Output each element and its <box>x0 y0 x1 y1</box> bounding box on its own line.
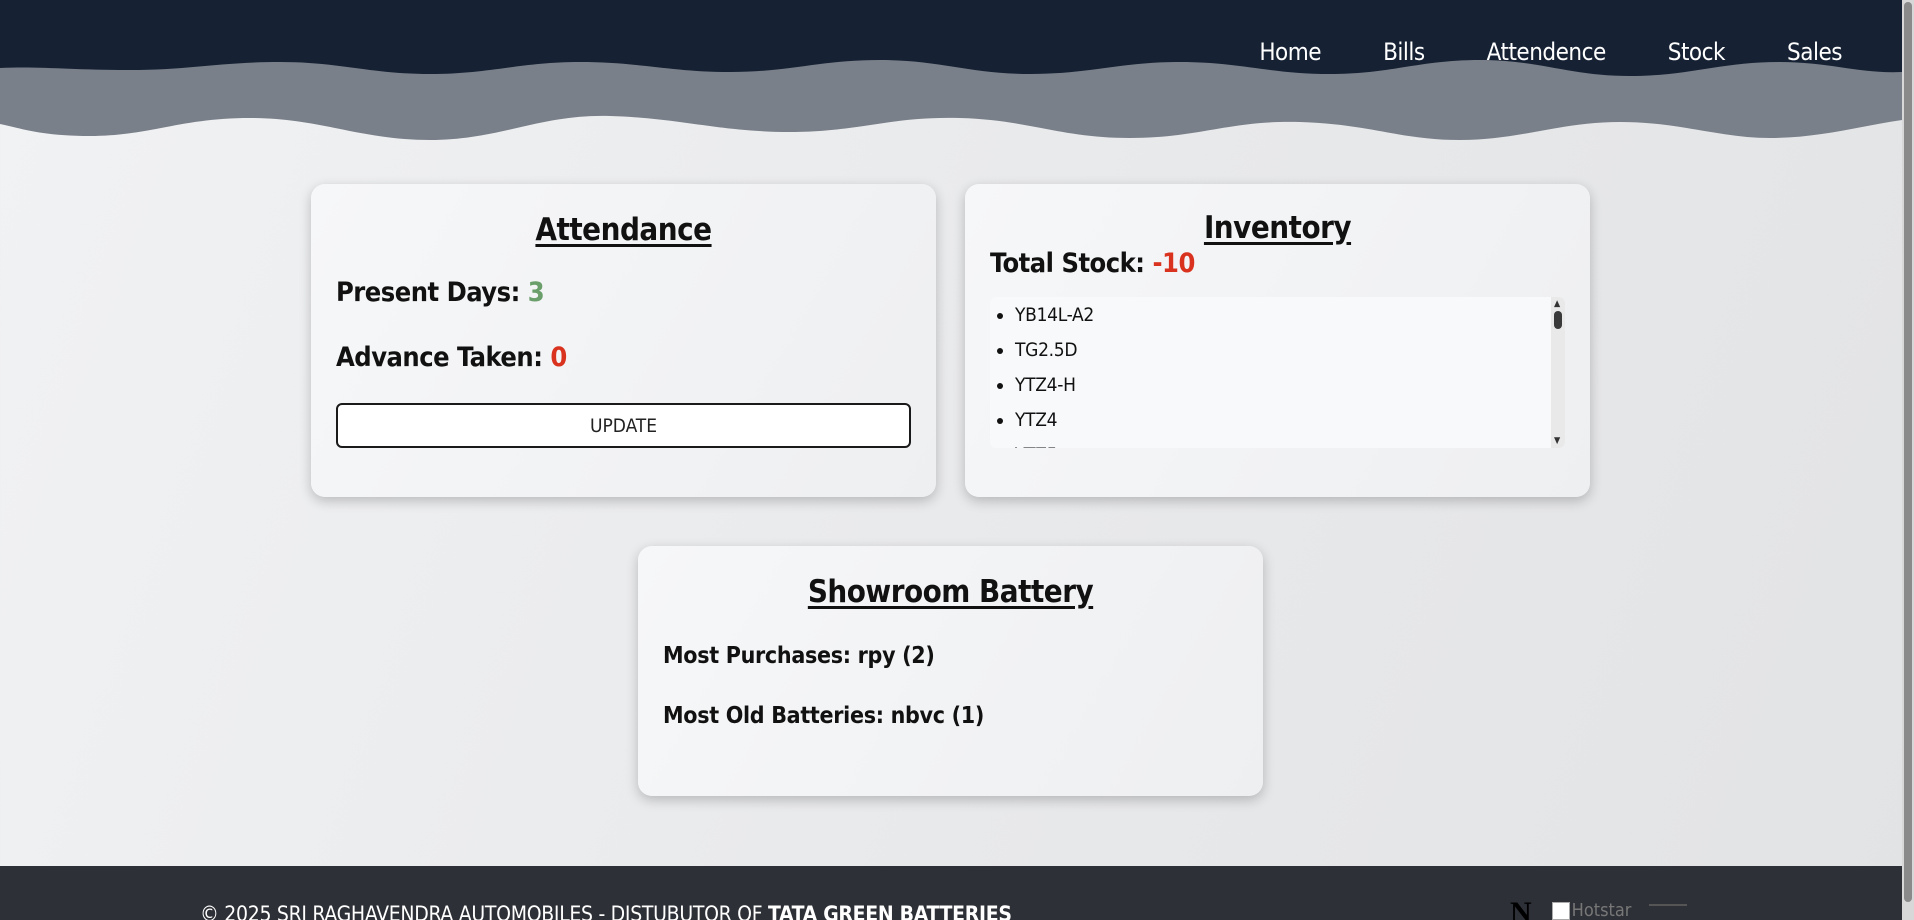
present-days-label: Present Days: <box>336 277 520 308</box>
main-nav: Home Bills Attendence Stock Sales <box>1197 38 1842 66</box>
distributor-brand: TATA GREEN BATTERIES <box>768 902 1012 920</box>
advance-taken-label: Advance Taken: <box>336 342 543 373</box>
most-old-batteries-text: Most Old Batteries: nbvc (1) <box>663 703 985 729</box>
hotstar-logo-icon[interactable]: Hotstar <box>1551 900 1632 920</box>
page-scrollbar-thumb[interactable] <box>1904 2 1912 902</box>
scroll-down-arrow-icon[interactable]: ▼ <box>1554 436 1560 446</box>
site-footer: © 2025 SRI RAGHAVENDRA AUTOMOBILES - DIS… <box>0 866 1902 920</box>
page-scrollbar[interactable] <box>1902 0 1914 920</box>
netflix-logo-icon[interactable]: N <box>1510 896 1532 920</box>
stock-list-item: YTZ4 <box>1015 405 1565 440</box>
partner-logo-icon[interactable] <box>1649 904 1688 906</box>
footer-copyright: © 2025 SRI RAGHAVENDRA AUTOMOBILES - DIS… <box>200 902 1012 920</box>
stock-list-item: TG2.5D <box>1015 335 1565 370</box>
present-days-value: 3 <box>527 277 545 308</box>
hotstar-alt-text: Hotstar <box>1571 900 1632 920</box>
stock-list[interactable]: YB14L-A2 TG2.5D YTZ4-H YTZ4 YTZ5 ▲ ▼ <box>990 297 1565 448</box>
inventory-card: Inventory Total Stock: -10 YB14L-A2 TG2.… <box>965 184 1590 497</box>
present-days-stat: Present Days: 3 <box>336 277 911 308</box>
distributor-prefix: DISTUBUTOR OF <box>610 902 769 920</box>
stock-list-item: YTZ5 <box>1015 440 1565 448</box>
stock-list-scrollbar[interactable]: ▲ ▼ <box>1551 297 1565 448</box>
scrollbar-thumb[interactable] <box>1554 311 1562 329</box>
nav-stock[interactable]: Stock <box>1668 38 1726 66</box>
partner-logos: N Hotstar <box>1510 896 1688 920</box>
showroom-battery-title: Showroom Battery <box>807 574 1094 610</box>
total-stock-label: Total Stock: <box>990 248 1145 279</box>
attendance-title: Attendance <box>535 212 712 248</box>
total-stock-value: -10 <box>1152 248 1195 279</box>
advance-taken-stat: Advance Taken: 0 <box>336 342 911 373</box>
advance-taken-value: 0 <box>550 342 567 373</box>
header-wave-background <box>0 0 1902 140</box>
scroll-up-arrow-icon[interactable]: ▲ <box>1554 299 1560 309</box>
stock-list-item: YB14L-A2 <box>1015 300 1565 335</box>
showroom-battery-card: Showroom Battery Most Purchases: rpy (2)… <box>638 546 1263 796</box>
total-stock-stat: Total Stock: -10 <box>990 248 1565 279</box>
separator: - <box>592 902 611 920</box>
nav-attendence[interactable]: Attendence <box>1487 38 1607 66</box>
broken-image-icon <box>1551 901 1570 920</box>
update-button[interactable]: UPDATE <box>336 403 911 448</box>
most-purchases-text: Most Purchases: rpy (2) <box>663 643 935 669</box>
copyright-text: © 2025 SRI RAGHAVENDRA AUTOMOBILES <box>200 902 593 920</box>
nav-home[interactable]: Home <box>1259 38 1321 66</box>
nav-sales[interactable]: Sales <box>1787 38 1842 66</box>
attendance-card: Attendance Present Days: 3 Advance Taken… <box>311 184 936 497</box>
site-header: Home Bills Attendence Stock Sales <box>0 0 1902 150</box>
stock-list-item: YTZ4-H <box>1015 370 1565 405</box>
inventory-title: Inventory <box>1203 210 1352 246</box>
nav-bills[interactable]: Bills <box>1383 38 1425 66</box>
